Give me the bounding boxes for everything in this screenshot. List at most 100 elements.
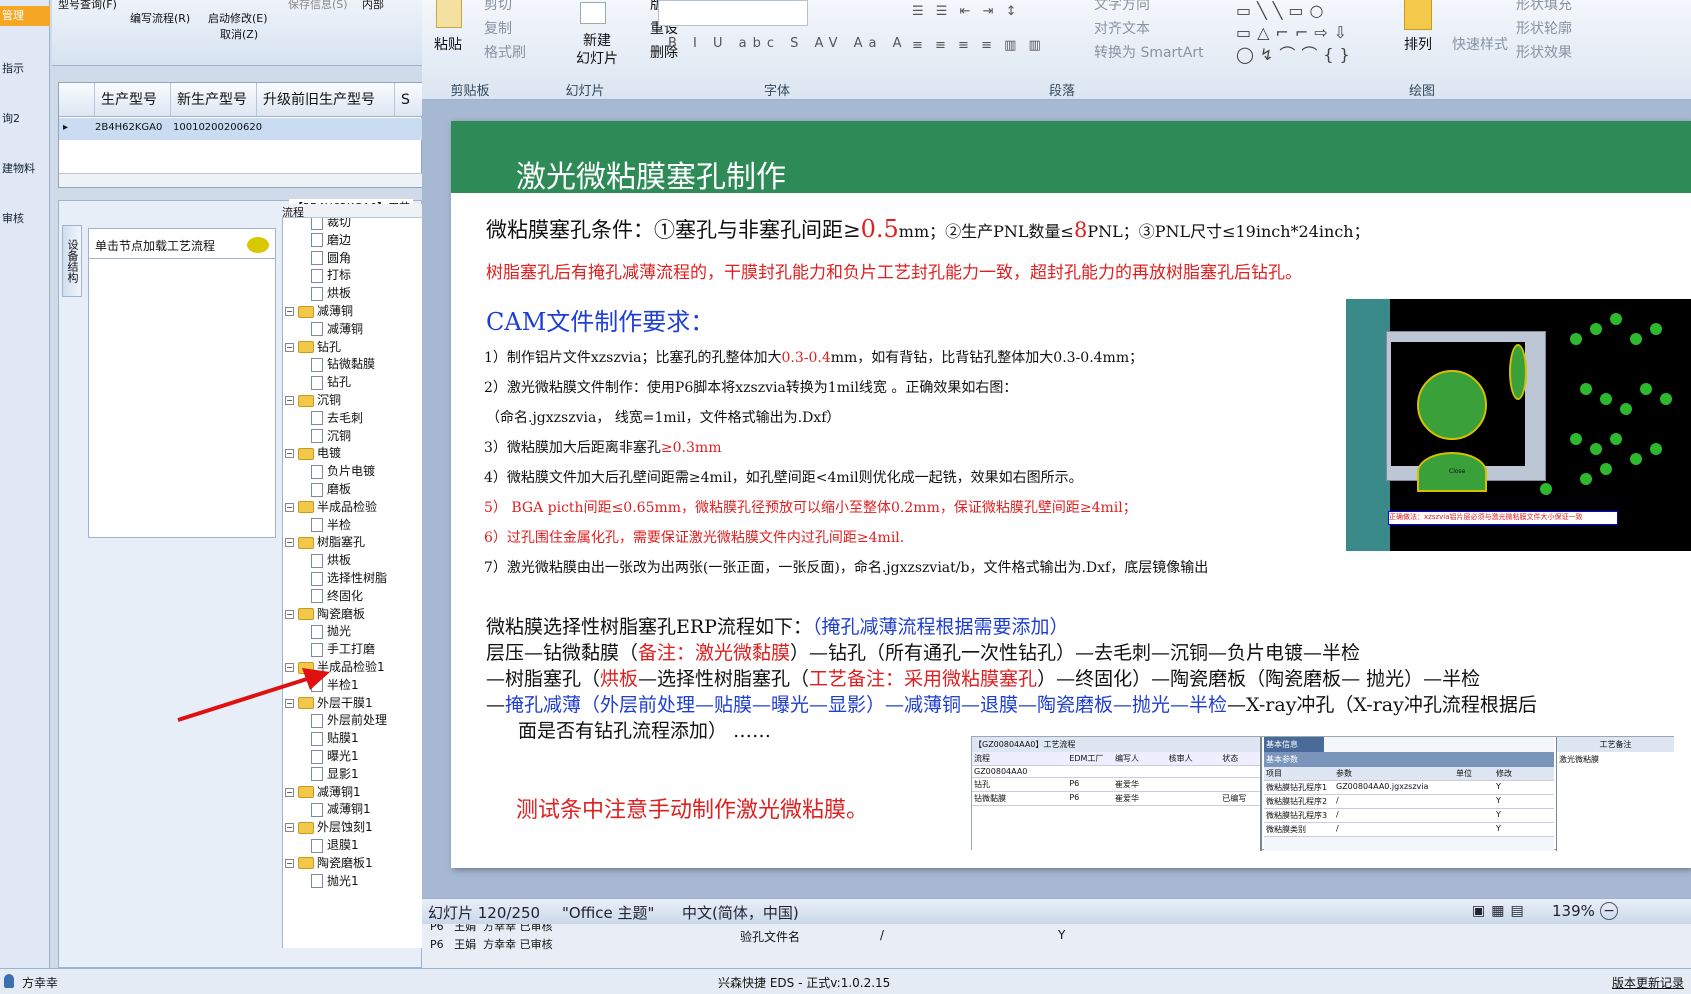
arrange-button[interactable]: 排列	[1404, 34, 1432, 54]
document-icon	[311, 268, 323, 283]
tree-item[interactable]: 显影1	[311, 765, 359, 783]
tree-group[interactable]: − 钻孔	[285, 338, 341, 356]
copy-button[interactable]: 复制	[484, 18, 512, 38]
shape-outline-button[interactable]: 形状轮廓	[1516, 18, 1572, 38]
theme-name[interactable]: "Office 主题"	[562, 902, 654, 923]
tree-item[interactable]: 磨板	[311, 480, 351, 498]
left-nav: 管理 指示 询2 建物料 审核	[0, 0, 50, 968]
tree-item[interactable]: 减薄铜	[311, 320, 363, 338]
tree-label: 钻微黏膜	[327, 357, 376, 372]
tree-group[interactable]: − 陶瓷磨板	[285, 605, 365, 623]
tree-item[interactable]: 磨边	[311, 231, 351, 249]
tree-group[interactable]: − 外层蚀刻1	[285, 818, 373, 836]
collapse-icon[interactable]: −	[285, 787, 294, 797]
tree-item[interactable]: 减薄铜1	[311, 800, 371, 818]
tree-item[interactable]: 圆角	[311, 249, 351, 267]
col-header-new-model[interactable]: 新生产型号	[171, 83, 257, 117]
smartart-button[interactable]: 转换为 SmartArt	[1094, 42, 1204, 62]
table-row[interactable]: ▸ 2B4H62KGA0 10010200200620	[59, 118, 423, 140]
inner-button[interactable]: 内部	[362, 0, 384, 12]
tree-group[interactable]: − 树脂塞孔	[285, 533, 365, 551]
format-painter-button[interactable]: 格式刷	[484, 42, 526, 62]
collapse-icon[interactable]: −	[285, 502, 294, 512]
start-edit-button[interactable]: 启动修改(E)	[208, 10, 268, 26]
col-header-model[interactable]: 生产型号	[95, 83, 171, 117]
tree-group[interactable]: − 电镀	[285, 444, 341, 462]
tree-item[interactable]: 烘板	[311, 551, 351, 569]
tree-item[interactable]: 抛光	[311, 622, 351, 640]
collapse-icon[interactable]: −	[285, 449, 294, 459]
shape-gallery[interactable]: ▭╲╲▭○ ▭△⌐⌐⇨⇩ ◯↯⌒⌒{}	[1236, 0, 1376, 64]
language[interactable]: 中文(简体，中国)	[682, 902, 799, 923]
new-slide-button[interactable]: 新建 幻灯片	[572, 32, 622, 68]
nav-item-review[interactable]: 审核	[0, 210, 50, 226]
tree-group[interactable]: − 半成品检验	[285, 498, 377, 516]
collapse-icon[interactable]: −	[285, 342, 294, 352]
nav-item-manage[interactable]: 管理	[0, 6, 50, 26]
tree-group[interactable]: − 陶瓷磨板1	[285, 854, 373, 872]
tree-item[interactable]: 手工打磨	[311, 640, 375, 658]
align-buttons[interactable]: ≡ ≡ ≡ ≡ ▥ ▥	[912, 38, 1045, 53]
collapse-icon[interactable]: −	[285, 823, 294, 833]
mini-info-cols: 项目 参数 单位 修改	[1264, 767, 1554, 781]
flow-line-1: 层压—钻微黏膜（备注：激光微黏膜）—钻孔（所有通孔一次性钻孔）—去毛刺—沉铜—负…	[486, 642, 1361, 664]
tree-item[interactable]: 烘板	[311, 284, 351, 302]
tree-item[interactable]: 钻孔	[311, 373, 351, 391]
collapse-icon[interactable]: −	[285, 538, 294, 548]
save-info-button[interactable]: 保存信息(S)	[288, 0, 348, 12]
flow-line-3: —掩孔减薄（外层前处理—贴膜—曝光—显影）—减薄铜—退膜—陶瓷磨板—抛光—半检—…	[486, 694, 1537, 716]
tree-group[interactable]: − 减薄铜1	[285, 783, 361, 801]
font-format-buttons[interactable]: B I U abc S AV Aa A	[668, 36, 908, 51]
mini-tree-title: 【GZ00804AA0】工艺流程	[972, 737, 1260, 752]
tree-label: 圆角	[327, 250, 352, 265]
collapse-icon[interactable]: −	[285, 396, 294, 405]
cancel-button[interactable]: 取消(Z)	[220, 26, 258, 42]
nav-item-guide[interactable]: 指示	[0, 60, 50, 76]
pad-dot	[1620, 403, 1632, 415]
collapse-icon[interactable]: −	[285, 609, 294, 619]
write-flow-button[interactable]: 编写流程(R)	[130, 10, 190, 26]
align-text-button[interactable]: 对齐文本	[1094, 18, 1150, 38]
zoom-out-icon[interactable]: −	[1600, 902, 1618, 920]
tree-group[interactable]: − 减薄铜	[285, 302, 353, 320]
nav-item-material[interactable]: 建物料	[0, 160, 50, 176]
collapse-icon[interactable]: −	[285, 307, 294, 316]
cam-close-button[interactable]: Close	[1449, 468, 1465, 475]
tab-equipment[interactable]: 设备结构	[62, 225, 82, 297]
tree-item[interactable]: 退膜1	[311, 836, 359, 854]
view-buttons[interactable]: ▣▦▤	[1472, 903, 1530, 919]
shape-fill-button[interactable]: 形状填充	[1516, 0, 1572, 14]
tree-item[interactable]: 曝光1	[311, 747, 359, 765]
tree-item[interactable]: 选择性树脂	[311, 569, 387, 587]
document-icon	[311, 286, 323, 301]
quick-styles-button[interactable]: 快速样式	[1452, 34, 1508, 54]
text-direction-button[interactable]: 文字方向	[1094, 0, 1150, 14]
list-buttons[interactable]: ☰ ☰ ⇤ ⇥ ↕	[912, 4, 1021, 19]
tree-label: 曝光1	[327, 749, 359, 763]
collapse-icon[interactable]: −	[285, 858, 294, 868]
grid-h-scrollbar[interactable]	[59, 173, 423, 187]
tree-item[interactable]: 半检	[311, 516, 351, 534]
tree-item[interactable]: 去毛刺	[311, 409, 363, 427]
col-header-old-model[interactable]: 升级前旧生产型号	[257, 83, 395, 117]
update-log-link[interactable]: 版本更新记录	[1612, 974, 1684, 991]
zoom-level[interactable]: 139%	[1552, 902, 1595, 920]
tree-group[interactable]: − 沉铜	[285, 391, 341, 409]
cut-button[interactable]: 剪切	[484, 0, 512, 14]
model-query-button[interactable]: 型号查询(F)	[58, 0, 117, 12]
group-clipboard: 剪贴板	[450, 84, 490, 99]
nav-item-query2[interactable]: 询2	[0, 110, 50, 126]
tree-label: 去毛刺	[327, 410, 364, 425]
process-tree[interactable]: 裁切 磨边 圆角 打标 烘板 − 减薄铜 减薄铜 − 钻孔 钻微黏膜 钻孔 − 沉铜 去毛刺 沉铜 − 电镀 负片电…	[282, 218, 422, 948]
tree-item[interactable]: 终固化	[311, 587, 363, 605]
tree-item[interactable]: 负片电镀	[311, 462, 375, 480]
col-header-s[interactable]: S	[395, 83, 423, 117]
tree-item[interactable]: 打标	[311, 266, 351, 284]
shape-effect-button[interactable]: 形状效果	[1516, 42, 1572, 62]
tree-item[interactable]: 钻微黏膜	[311, 355, 375, 373]
font-name-select[interactable]	[658, 0, 808, 26]
tree-item[interactable]: 抛光1	[311, 872, 359, 890]
tree-item[interactable]: 裁切	[311, 218, 351, 231]
tree-item[interactable]: 沉铜	[311, 427, 351, 445]
paste-button[interactable]: 粘贴	[434, 34, 462, 54]
